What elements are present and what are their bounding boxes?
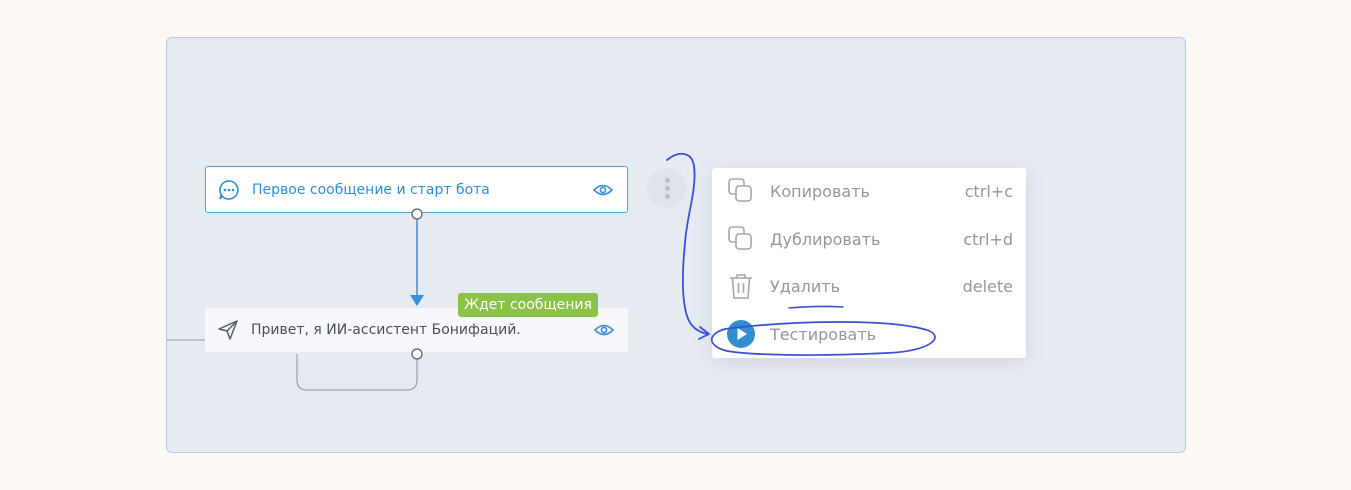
flow-node-first-message[interactable]: Первое сообщение и старт бота	[205, 166, 628, 213]
loop-connector	[296, 354, 418, 391]
context-menu: Копировать ctrl+c Дублировать ctrl+d Уда…	[712, 168, 1026, 358]
menu-item-shortcut: ctrl+d	[963, 229, 1013, 249]
more-options-button[interactable]	[647, 168, 687, 208]
menu-item-shortcut: ctrl+c	[964, 181, 1013, 201]
annotation-arrow-head	[698, 326, 710, 340]
menu-item-label: Тестировать	[770, 324, 877, 344]
duplicate-icon	[726, 224, 756, 254]
connectors	[167, 215, 424, 391]
menu-item-copy[interactable]: Копировать ctrl+c	[712, 168, 1026, 214]
menu-item-label: Копировать	[770, 181, 870, 201]
trash-icon	[726, 271, 756, 301]
dot-icon	[664, 177, 670, 183]
menu-item-delete[interactable]: Удалить delete	[712, 263, 1026, 309]
node-title: Первое сообщение и старт бота	[252, 181, 490, 198]
arrow-head	[410, 295, 424, 306]
node-title: Привет, я ИИ-ассистент Бонифаций.	[251, 322, 521, 338]
flow-canvas[interactable]: Первое сообщение и старт бота Привет, я …	[166, 37, 1186, 453]
eye-icon[interactable]	[593, 183, 613, 197]
dot-icon	[664, 193, 670, 199]
menu-item-label: Дублировать	[770, 229, 881, 249]
annotations	[411, 152, 936, 360]
menu-item-label: Удалить	[770, 276, 840, 296]
chat-bubble-icon	[218, 179, 240, 201]
copy-icon	[726, 176, 756, 206]
send-icon	[217, 319, 239, 341]
play-icon	[726, 319, 756, 349]
menu-item-test[interactable]: Тестировать	[712, 311, 1026, 357]
menu-item-duplicate[interactable]: Дублировать ctrl+d	[712, 216, 1026, 262]
eye-icon[interactable]	[594, 323, 614, 337]
dot-icon	[664, 185, 670, 191]
status-badge: Ждет сообщения	[458, 293, 598, 317]
menu-item-shortcut: delete	[962, 276, 1013, 296]
